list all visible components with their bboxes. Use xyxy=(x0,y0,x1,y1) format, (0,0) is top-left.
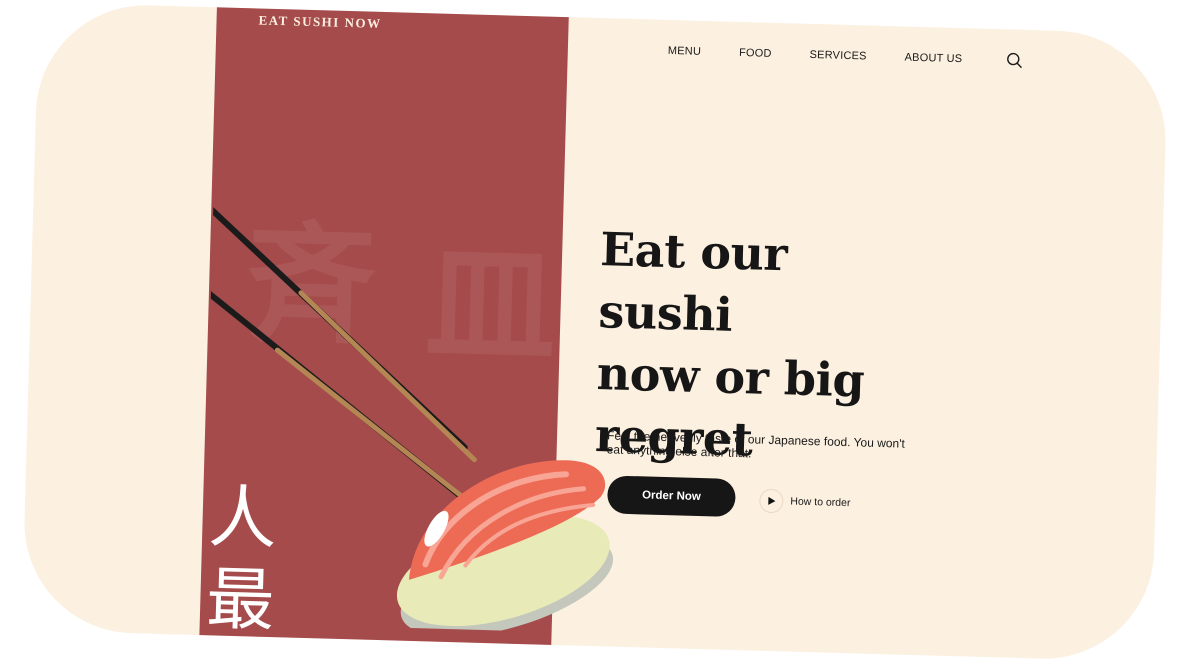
nigiri-sushi xyxy=(396,460,614,634)
nav-item-food[interactable]: FOOD xyxy=(739,47,772,60)
nav-item-menu[interactable]: MENU xyxy=(668,45,702,58)
sushi-illustration xyxy=(201,199,614,634)
page-canvas: 斉 皿 EAT SUSHI NOW MENU FOOD SERVICES ABO… xyxy=(0,0,1182,670)
headline-line-2: now or big xyxy=(596,346,865,408)
search-icon[interactable] xyxy=(1006,51,1024,69)
brand-logo[interactable]: EAT SUSHI NOW xyxy=(258,12,381,31)
headline-line-1: Eat our sushi xyxy=(597,222,788,342)
nav-item-about-us[interactable]: ABOUT US xyxy=(904,52,962,66)
how-to-order-label: How to order xyxy=(790,495,851,510)
hero-card: 斉 皿 EAT SUSHI NOW MENU FOOD SERVICES ABO… xyxy=(21,2,1169,662)
play-icon[interactable] xyxy=(760,489,783,513)
nav-item-services[interactable]: SERVICES xyxy=(809,49,866,63)
how-to-order-link[interactable]: How to order xyxy=(760,489,851,515)
main-nav: MENU FOOD SERVICES ABOUT US xyxy=(668,42,1025,70)
order-now-button[interactable]: Order Now xyxy=(606,475,736,517)
